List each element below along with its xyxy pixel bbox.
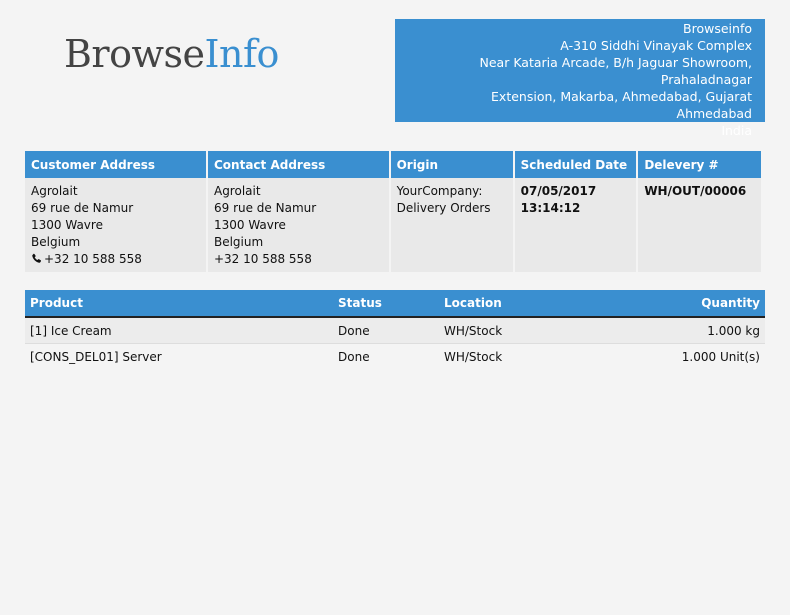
table-row: [CONS_DEL01] Server Done WH/Stock 1.000 …: [25, 344, 765, 369]
product-cell: [1] Ice Cream: [25, 318, 333, 344]
company-city: Ahmedabad: [676, 106, 752, 121]
scheduled-date: 07/05/2017 13:14:12: [514, 178, 637, 272]
header-contact-address: Contact Address: [207, 151, 389, 178]
move-lines-table: Product Status Location Quantity [1] Ice…: [25, 290, 765, 369]
contact-country: Belgium: [213, 235, 264, 249]
contact-street: 69 rue de Namur: [213, 201, 317, 215]
origin-cell: YourCompany: Delivery Orders: [390, 178, 513, 272]
header-origin: Origin: [390, 151, 513, 178]
header-customer-address: Customer Address: [25, 151, 206, 178]
contact-name: Agrolait: [213, 184, 261, 198]
table-row: [1] Ice Cream Done WH/Stock 1.000 kg: [25, 318, 765, 344]
lines-header-row: Product Status Location Quantity: [25, 290, 765, 318]
company-street2: Near Kataria Arcade, B/h Jaguar Showroom…: [479, 55, 752, 87]
company-logo: BrowseInfo: [64, 30, 279, 78]
location-cell: WH/Stock: [439, 318, 579, 344]
location-cell: WH/Stock: [444, 349, 503, 364]
customer-phone-number: +32 10 588 558: [44, 252, 142, 266]
header-scheduled-date: Scheduled Date: [514, 151, 637, 178]
company-country: India: [721, 123, 752, 138]
header-status: Status: [333, 290, 439, 318]
customer-country: Belgium: [31, 235, 81, 249]
contact-address: Agrolait 69 rue de Namur 1300 Wavre Belg…: [207, 178, 389, 272]
origin-operation: Delivery Orders: [396, 201, 491, 215]
header-location: Location: [439, 290, 579, 318]
company-name: Browseinfo: [683, 21, 752, 36]
delivery-number: WH/OUT/00006: [638, 178, 761, 272]
quantity-cell: 1.000 Unit(s): [681, 349, 760, 364]
product-cell: [CONS_DEL01] Server: [30, 349, 162, 364]
status-cell: Done: [333, 318, 439, 344]
info-data-row: Agrolait 69 rue de Namur 1300 Wavre Belg…: [25, 178, 761, 272]
status-cell: Done: [338, 349, 370, 364]
logo-text-info: Info: [204, 32, 279, 76]
phone-icon: [32, 253, 42, 263]
customer-phone: +32 10 588 558: [31, 251, 200, 268]
header-product: Product: [25, 290, 333, 318]
contact-city: 1300 Wavre: [213, 218, 286, 232]
company-street: A-310 Siddhi Vinayak Complex: [560, 38, 752, 53]
customer-name: Agrolait: [31, 184, 78, 198]
logo-text-browse: Browse: [64, 32, 205, 76]
info-header-row: Customer Address Contact Address Origin …: [25, 151, 761, 178]
contact-phone: +32 10 588 558: [213, 252, 312, 266]
company-address-block: Browseinfo A-310 Siddhi Vinayak Complex …: [395, 19, 765, 138]
customer-city: 1300 Wavre: [31, 218, 103, 232]
customer-street: 69 rue de Namur: [31, 201, 134, 215]
header-delivery-number: Delevery #: [638, 151, 761, 178]
origin-company: YourCompany:: [396, 184, 483, 198]
company-area: Extension, Makarba, Ahmedabad, Gujarat: [491, 89, 752, 104]
delivery-info-table: Customer Address Contact Address Origin …: [23, 151, 763, 272]
header-quantity: Quantity: [579, 290, 765, 318]
customer-address: Agrolait 69 rue de Namur 1300 Wavre Belg…: [25, 178, 206, 272]
quantity-cell: 1.000 kg: [579, 318, 765, 344]
